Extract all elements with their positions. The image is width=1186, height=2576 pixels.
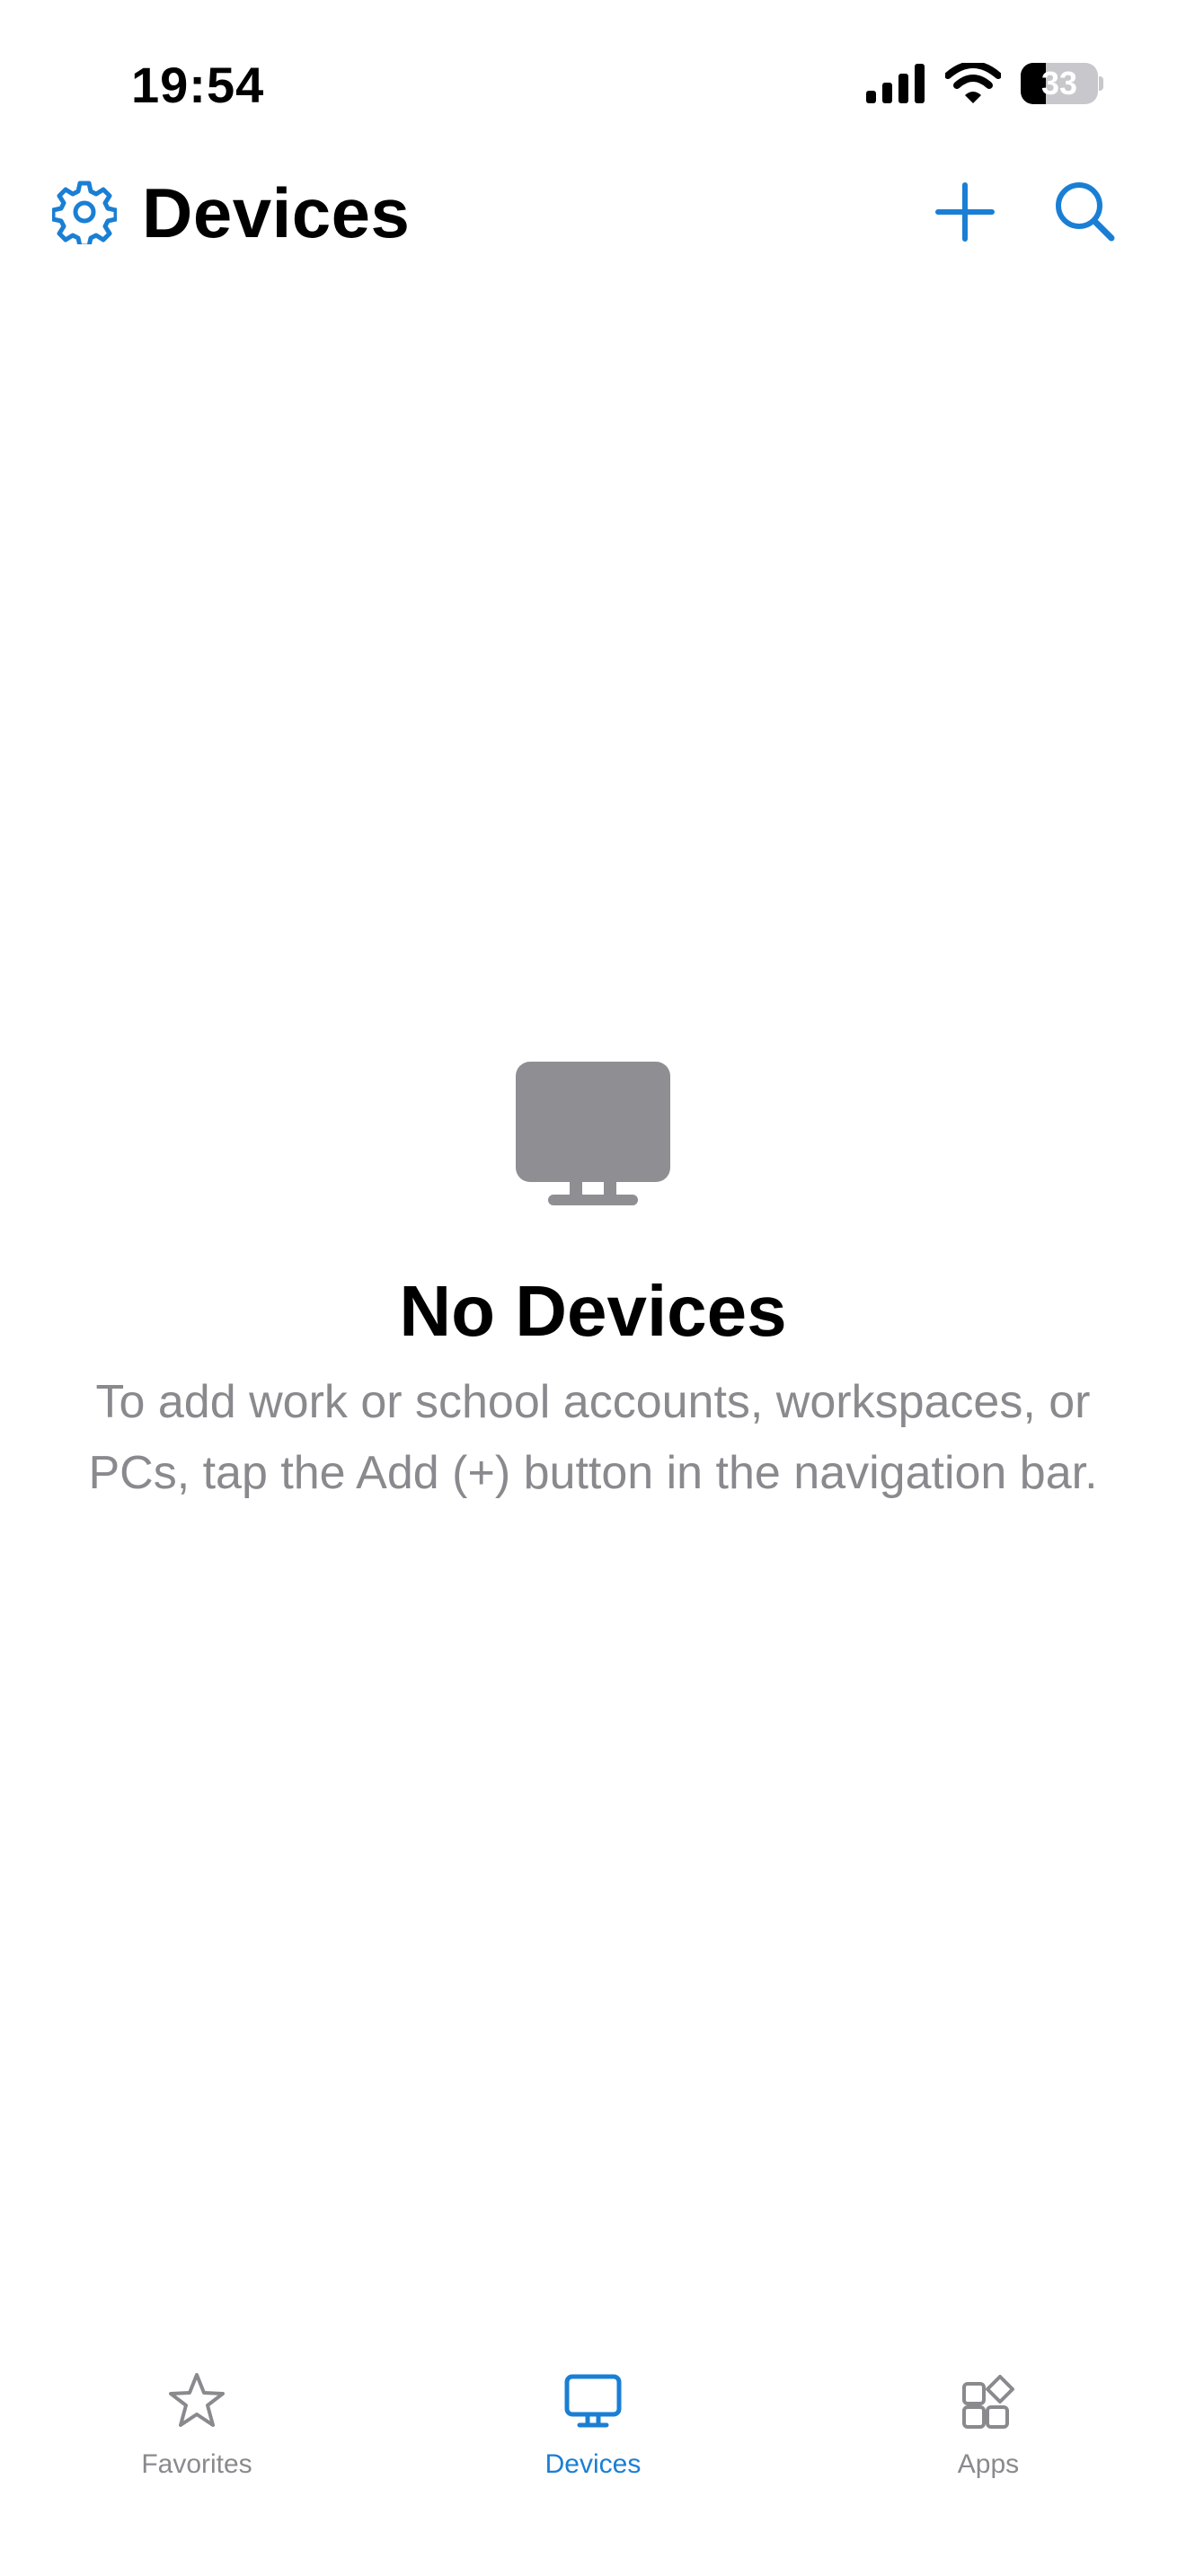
tab-bar: Favorites Devices Apps [0,2353,1186,2576]
tab-label-favorites: Favorites [141,2449,252,2479]
battery-nub [1099,76,1103,91]
empty-state-title: No Devices [399,1271,787,1351]
battery-icon: 33 [1021,63,1103,104]
wifi-icon [945,63,1001,103]
tab-apps[interactable]: Apps [890,2371,1087,2506]
tab-favorites[interactable]: Favorites [98,2371,296,2506]
navigation-bar: Devices [0,162,1186,260]
status-icons: 33 [866,63,1103,104]
empty-state-message: To add work or school accounts, workspac… [88,1376,1098,1499]
cellular-signal-icon [866,64,925,103]
status-bar: 19:54 33 [0,0,1186,171]
empty-state: No Devices To add work or school account… [0,1060,1186,1509]
monitor-icon [516,1062,670,1205]
tab-devices[interactable]: Devices [494,2371,692,2506]
star-icon [169,2373,225,2427]
tab-label-devices: Devices [544,2449,642,2479]
page-title: Devices [142,173,411,252]
plus-icon[interactable] [934,181,996,243]
apps-icon [962,2375,1014,2429]
monitor-icon [564,2374,622,2428]
search-icon[interactable] [1053,180,1116,243]
gear-icon[interactable] [52,180,117,244]
battery-level: 33 [1040,65,1078,101]
tab-label-apps: Apps [957,2449,1020,2479]
status-time: 19:54 [131,57,265,113]
devices-screen: 19:54 33 Devices No Devices To add work … [0,0,1186,2576]
